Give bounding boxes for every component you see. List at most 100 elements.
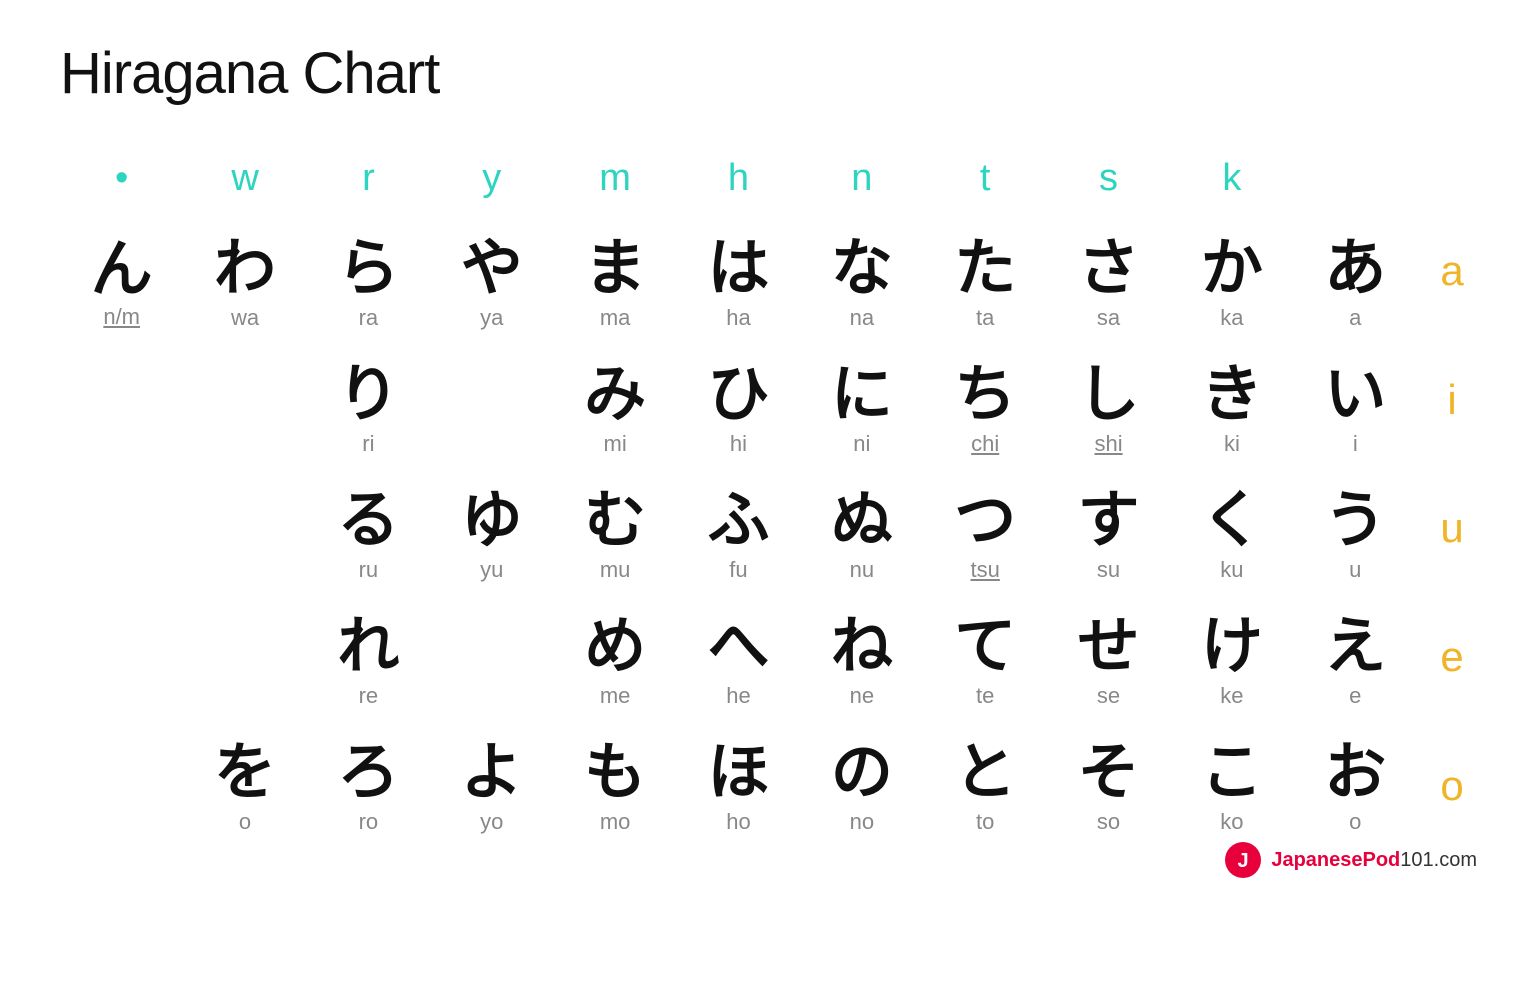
romaji-label: e [1349,683,1361,709]
table-cell [183,346,306,472]
table-cell: たta [924,220,1047,346]
kana-character: ひ [707,361,769,429]
kana-character: わ [214,235,276,303]
table-cell: さsa [1047,220,1170,346]
table-cell: はha [677,220,800,346]
header-n: n [800,147,923,220]
vowel-sidebar: a i u e o [1417,147,1477,850]
romaji-label: su [1097,557,1120,583]
romaji-label: tsu [971,557,1000,583]
kana-character: み [584,361,646,429]
kana-character: あ [1324,235,1386,303]
romaji-label: no [850,809,874,835]
romaji-label: nu [850,557,874,583]
vowel-a: a [1427,247,1477,295]
table-cell: つtsu [924,472,1047,598]
romaji-label: o [1349,809,1361,835]
romaji-label: chi [971,431,999,457]
table-cell: ふfu [677,472,800,598]
table-cell: やya [430,220,553,346]
table-cell: のno [800,724,923,850]
romaji-label: yo [480,809,503,835]
header-w: w [183,147,306,220]
vowel-e: e [1427,633,1477,681]
kana-character: な [831,235,893,303]
romaji-label: yu [480,557,503,583]
romaji-label: ni [853,431,870,457]
kana-character: ぬ [831,487,893,555]
table-cell: りri [307,346,430,472]
header-t: t [924,147,1047,220]
kana-character: め [584,613,646,681]
table-cell [430,346,553,472]
table-cell: こko [1170,724,1293,850]
header-k: k [1170,147,1293,220]
japanesepod-logo-icon: J [1223,840,1263,880]
table-cell [60,472,183,598]
kana-character: む [584,487,646,555]
table-cell: もmo [553,724,676,850]
table-cell: いi [1294,346,1417,472]
table-cell: らra [307,220,430,346]
table-cell [183,472,306,598]
logo-text: JapanesePod101.com [1271,849,1477,872]
kana-character: ね [831,613,893,681]
table-cell: へhe [677,598,800,724]
table-cell [60,598,183,724]
table-cell [60,724,183,850]
header-row: • w r y m h n t s k [60,147,1417,220]
kana-character: ん [91,236,153,304]
romaji-label: a [1349,305,1361,331]
kana-character: せ [1078,613,1140,681]
table-cell: ゆyu [430,472,553,598]
romaji-label: ra [359,305,379,331]
romaji-label: u [1349,557,1361,583]
table-cell: わwa [183,220,306,346]
table-row: れreめmeへheねneてteせseけkeえe [60,598,1417,724]
table-cell [60,346,183,472]
kana-character: て [954,613,1016,681]
kana-character: か [1201,235,1263,303]
kana-character: そ [1078,739,1140,807]
page-container: Hiragana Chart • w r y m h n t s k [0,0,1537,910]
header-bullet: • [60,147,183,220]
romaji-label: na [850,305,874,331]
kana-character: ち [954,361,1016,429]
table-cell: けke [1170,598,1293,724]
table-cell: あa [1294,220,1417,346]
kana-character: よ [461,739,523,807]
table-cell: せse [1047,598,1170,724]
table-cell: えe [1294,598,1417,724]
table-cell: ひhi [677,346,800,472]
vowel-u: u [1427,504,1477,552]
kana-character: さ [1078,235,1140,303]
kana-character: ま [584,235,646,303]
kana-character: ふ [707,487,769,555]
kana-character: や [461,235,523,303]
header-r: r [307,147,430,220]
table-cell: よyo [430,724,553,850]
table-row: るruゆyuむmuふfuぬnuつtsuすsuくkuうu [60,472,1417,598]
chart-wrapper: • w r y m h n t s k んn/mわwaらraやyaまmaはhaな… [60,147,1477,850]
romaji-label: ri [362,431,374,457]
table-cell: めme [553,598,676,724]
romaji-label: i [1353,431,1358,457]
kana-character: え [1324,613,1386,681]
romaji-label: ru [359,557,379,583]
romaji-label: ku [1220,557,1243,583]
svg-text:J: J [1238,850,1249,872]
table-cell: れre [307,598,430,724]
kana-character: ゆ [461,487,523,555]
romaji-label: n/m [103,304,140,330]
kana-character: す [1078,487,1140,555]
table-cell: かka [1170,220,1293,346]
table-cell: ぬnu [800,472,923,598]
logo-area: J JapanesePod101.com [1223,840,1477,880]
table-row: りriみmiひhiにniちchiしshiきkiいi [60,346,1417,472]
table-cell: むmu [553,472,676,598]
table-row: をoろroよyoもmoほhoのnoとtoそsoこkoおo [60,724,1417,850]
romaji-label: ya [480,305,503,331]
romaji-label: he [726,683,750,709]
romaji-label: ta [976,305,994,331]
kana-character: つ [954,487,1016,555]
